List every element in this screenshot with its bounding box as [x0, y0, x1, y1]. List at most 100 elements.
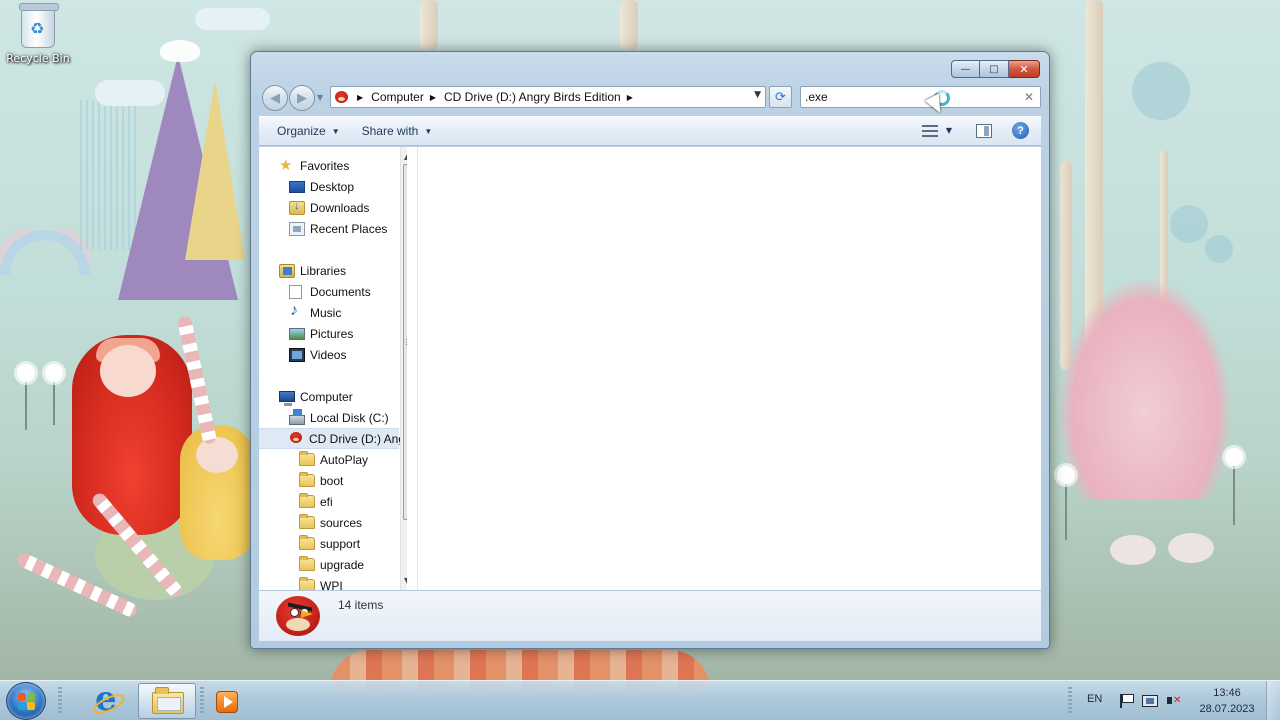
- share-with-label: Share with: [361, 124, 419, 138]
- maximize-icon: □: [989, 63, 999, 75]
- nav-label: Desktop: [310, 179, 355, 194]
- wallpaper-mountain: [185, 80, 245, 260]
- nav-item-desktop[interactable]: Desktop: [259, 176, 399, 197]
- nav-folder-sources[interactable]: sources: [259, 512, 399, 533]
- angry-bird-drive-icon: [276, 596, 320, 636]
- nav-folder-efi[interactable]: efi: [259, 491, 399, 512]
- scrollbar-thumb[interactable]: [403, 164, 407, 520]
- scroll-up-icon[interactable]: ▲: [404, 152, 407, 161]
- nav-label: Videos: [310, 347, 347, 362]
- music-icon: [289, 302, 305, 320]
- breadcrumb-separator[interactable]: ▶: [627, 93, 633, 102]
- nav-item-documents[interactable]: Documents: [259, 281, 399, 302]
- nav-item-downloads[interactable]: Downloads: [259, 197, 399, 218]
- file-list-area[interactable]: [417, 147, 1041, 590]
- videos-icon: [289, 347, 305, 362]
- breadcrumb-separator[interactable]: ▶: [430, 93, 436, 102]
- nav-pane-scrollbar[interactable]: ▲ ▼: [400, 147, 407, 590]
- nav-label: Favorites: [300, 158, 350, 173]
- share-with-menu-button[interactable]: Share with ▼: [362, 124, 433, 138]
- wallpaper-stem: [1233, 465, 1235, 525]
- network-icon[interactable]: [1142, 695, 1158, 707]
- maximize-button[interactable]: □: [980, 60, 1009, 78]
- wallpaper-rainbow: [0, 230, 90, 275]
- nav-folder-support[interactable]: support: [259, 533, 399, 554]
- explorer-body: Favorites Desktop Downloads Recent Place…: [259, 147, 1041, 590]
- bird-eye-graphic: [300, 608, 309, 617]
- wallpaper-lantern: [1205, 235, 1233, 263]
- search-input[interactable]: .exe: [805, 90, 828, 104]
- nav-label: Pictures: [310, 326, 354, 341]
- help-label: ?: [1017, 124, 1024, 137]
- forward-button[interactable]: ▶: [289, 85, 315, 111]
- breadcrumb-computer[interactable]: Computer: [371, 90, 424, 104]
- folder-icon: [299, 514, 315, 529]
- nav-item-music[interactable]: Music: [259, 302, 399, 323]
- grip-icon: [406, 339, 407, 345]
- address-bar[interactable]: ▶ Computer ▶ CD Drive (D:) Angry Birds E…: [330, 86, 766, 108]
- recent-pages-dropdown[interactable]: ▼: [317, 93, 323, 102]
- search-box[interactable]: .exe ✕: [800, 86, 1041, 108]
- wallpaper-matryoshka-face: [100, 345, 156, 397]
- system-clock[interactable]: 13:46 28.07.2023: [1192, 685, 1262, 717]
- computer-icon: [279, 391, 295, 406]
- address-history-dropdown[interactable]: ▼: [754, 90, 761, 100]
- breadcrumb-separator[interactable]: ▶: [357, 93, 363, 102]
- nav-item-pictures[interactable]: Pictures: [259, 323, 399, 344]
- wallpaper-stem: [1065, 480, 1067, 540]
- start-button[interactable]: [6, 682, 46, 720]
- nav-folder-autoplay[interactable]: AutoPlay: [259, 449, 399, 470]
- nav-item-recent-places[interactable]: Recent Places: [259, 218, 399, 239]
- organize-menu-button[interactable]: Organize ▼: [277, 124, 340, 138]
- refresh-icon: ⟳: [775, 89, 786, 105]
- nav-label: Documents: [310, 284, 371, 299]
- desktop-icon: [289, 180, 305, 193]
- help-icon[interactable]: ?: [1012, 122, 1029, 139]
- wallpaper-snow-cap: [160, 40, 200, 62]
- taskbar-app-internet-explorer[interactable]: [76, 679, 134, 719]
- nav-group-libraries[interactable]: Libraries: [259, 260, 399, 281]
- libraries-icon: [279, 263, 295, 278]
- close-button[interactable]: ✕: [1009, 60, 1040, 78]
- nav-item-local-disk[interactable]: Local Disk (C:): [259, 407, 399, 428]
- volume-muted-icon[interactable]: [1166, 693, 1182, 709]
- nav-label: Computer: [300, 389, 353, 404]
- taskbar-grip[interactable]: [58, 687, 62, 715]
- language-indicator[interactable]: EN: [1087, 693, 1102, 705]
- clear-icon[interactable]: ✕: [1024, 90, 1034, 104]
- toolbar-right-group: ▼ ?: [921, 122, 1029, 139]
- nav-folder-boot[interactable]: boot: [259, 470, 399, 491]
- taskbar-grip[interactable]: [1068, 687, 1072, 715]
- wallpaper-dandelion: [45, 364, 63, 382]
- nav-label: AutoPlay: [320, 452, 369, 467]
- nav-label: support: [320, 536, 361, 551]
- show-desktop-button[interactable]: [1266, 681, 1280, 720]
- back-button[interactable]: ◀: [262, 85, 288, 111]
- nav-folder-wpi[interactable]: WPI: [259, 575, 399, 590]
- angry-birds-cd-icon: [289, 431, 304, 446]
- taskbar-app-windows-explorer[interactable]: [138, 683, 196, 719]
- taskbar-app-media-player[interactable]: [196, 683, 254, 719]
- refresh-button[interactable]: ⟳: [769, 86, 792, 108]
- nav-group-computer[interactable]: Computer: [259, 386, 399, 407]
- desktop-icon-recycle-bin[interactable]: Recycle Bin: [4, 3, 72, 65]
- desktop-icon-label: Recycle Bin: [6, 52, 70, 65]
- back-arrow-icon: ◀: [270, 90, 280, 106]
- nav-label: Local Disk (C:): [310, 410, 389, 425]
- minimize-button[interactable]: —: [951, 60, 980, 78]
- minimize-icon: —: [960, 63, 971, 75]
- nav-item-videos[interactable]: Videos: [259, 344, 399, 365]
- breadcrumb-cd-drive[interactable]: CD Drive (D:) Angry Birds Edition: [444, 90, 621, 104]
- change-view-icon[interactable]: [921, 124, 940, 138]
- view-options-dropdown[interactable]: ▼: [946, 126, 952, 135]
- windows-explorer-icon: [152, 687, 184, 714]
- nav-label: CD Drive (D:) Angry Birds Edition: [309, 431, 407, 446]
- recent-places-icon: [289, 221, 305, 236]
- nav-item-cd-drive[interactable]: CD Drive (D:) Angry Birds Edition: [259, 428, 407, 449]
- action-center-flag-icon[interactable]: [1117, 693, 1134, 709]
- nav-folder-upgrade[interactable]: upgrade: [259, 554, 399, 575]
- preview-pane-icon[interactable]: [976, 123, 992, 138]
- nav-group-favorites[interactable]: Favorites: [259, 155, 399, 176]
- scroll-down-icon[interactable]: ▼: [404, 576, 407, 585]
